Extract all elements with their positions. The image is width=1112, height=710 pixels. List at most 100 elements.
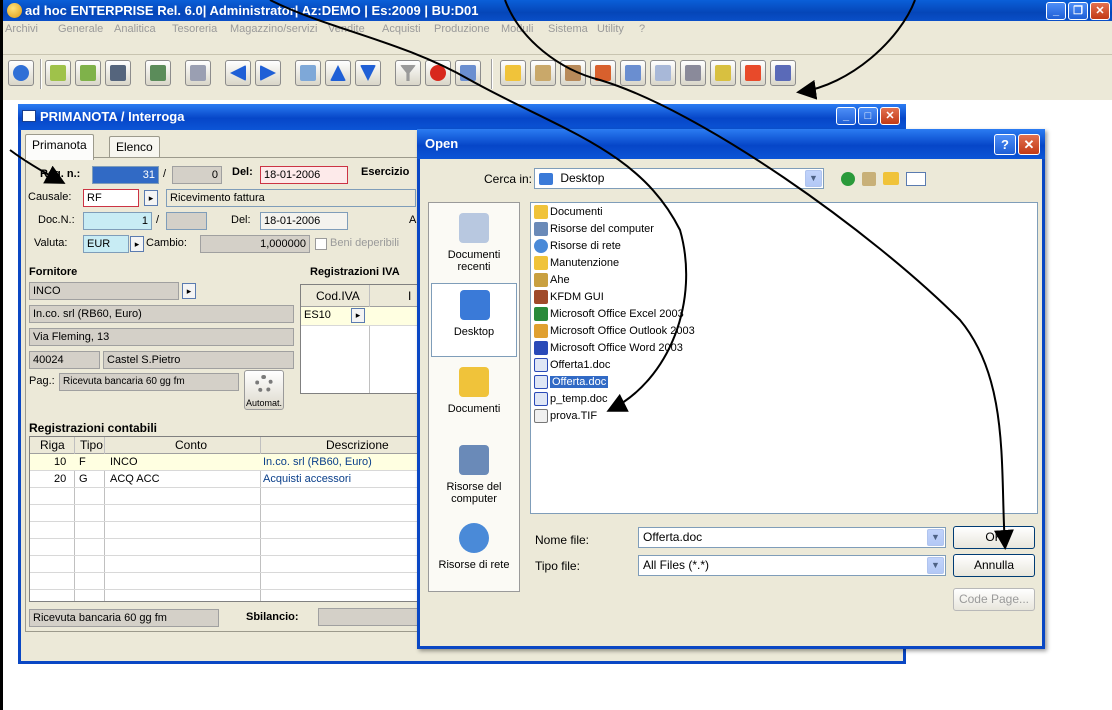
zoom-tool-button[interactable] [295,60,321,86]
docs-tool-button[interactable] [530,60,556,86]
primanota-maximize-button[interactable]: □ [858,107,878,125]
table-row[interactable]: 10 F INCO In.co. srl (RB60, Euro) [30,454,423,471]
help-tool-button[interactable] [8,60,34,86]
place-documents[interactable]: Documenti [431,361,517,435]
up-tool-button[interactable] [325,60,351,86]
fornitore-lookup-button[interactable]: ▸ [182,283,196,299]
filename-input[interactable]: Offerta.doc ▼ [638,527,946,548]
file-item[interactable]: Manutenzione [534,256,619,273]
tab-primanota[interactable]: Primanota [25,134,94,160]
file-item[interactable]: p_temp.doc [534,392,607,409]
file-item[interactable]: Microsoft Office Excel 2003 [534,307,684,324]
up-folder-icon[interactable] [862,172,876,186]
menu-vendite[interactable]: Vendite [328,23,365,35]
menu-acquisti[interactable]: Acquisti [382,23,421,35]
restore-button[interactable]: ❐ [1068,2,1088,20]
puzzle-tool-button[interactable] [740,60,766,86]
file-item[interactable]: Microsoft Office Word 2003 [534,341,683,358]
delete-tool-button[interactable] [145,60,171,86]
menu-utility[interactable]: Utility [597,23,624,35]
table-row[interactable] [30,539,423,556]
docn-date-field[interactable]: 18-01-2006 [260,212,348,230]
valuta-field[interactable]: EUR [83,235,129,253]
swap-tool-button[interactable] [455,60,481,86]
file-item[interactable]: Risorse di rete [534,239,621,256]
new-folder-icon[interactable] [883,172,899,185]
file-item[interactable]: prova.TIF [534,409,597,426]
place-computer[interactable]: Risorse del computer [431,439,517,513]
file-item[interactable]: KFDM GUI [534,290,604,307]
ok-button[interactable]: OK [953,526,1035,549]
down-tool-button[interactable] [355,60,381,86]
file-item[interactable]: Risorse del computer [534,222,654,239]
table-row[interactable] [30,522,423,539]
date-field[interactable]: 18-01-2006 [260,166,348,184]
prev-tool-button[interactable] [225,60,251,86]
notes-tool-button[interactable] [500,60,526,86]
menu-tesoreria[interactable]: Tesoreria [172,23,217,35]
tab-elenco[interactable]: Elenco [109,136,160,158]
menu-sistema[interactable]: Sistema [548,23,588,35]
filter-tool-button[interactable] [395,60,421,86]
cambio-field[interactable]: 1,000000 [200,235,310,253]
file-item-selected[interactable]: Offerta.doc [534,375,609,392]
place-recent[interactable]: Documenti recenti [431,207,517,281]
place-network[interactable]: Risorse di rete [431,517,517,591]
new-tool-button[interactable] [75,60,101,86]
primanota-close-button[interactable]: ✕ [880,107,900,125]
reg-number-field[interactable]: 31 [92,166,159,184]
menu-help[interactable]: ? [639,23,645,35]
users-tool-button[interactable] [590,60,616,86]
iva-lookup-button[interactable]: ▸ [351,308,365,323]
edit-tool-button[interactable] [45,60,71,86]
place-desktop[interactable]: Desktop [431,283,517,357]
report-tool-button[interactable] [770,60,796,86]
menu-archivi[interactable]: Archivi [5,23,38,35]
menu-analitica[interactable]: Analitica [114,23,156,35]
docn-suffix-field[interactable] [166,212,207,230]
valuta-lookup-button[interactable]: ▸ [130,236,144,252]
dialog-close-button[interactable]: ✕ [1018,134,1040,155]
home-tool-button[interactable] [620,60,646,86]
code-page-button[interactable]: Code Page... [953,588,1035,611]
reg-suffix-field[interactable]: 0 [172,166,222,184]
file-item[interactable]: Offerta1.doc [534,358,610,375]
menu-produzione[interactable]: Produzione [434,23,490,35]
print-tool-button[interactable] [185,60,211,86]
filetype-dropdown[interactable]: All Files (*.*) ▼ [638,555,946,576]
table-row[interactable] [30,573,423,590]
table-row[interactable] [30,556,423,573]
primanota-minimize-button[interactable]: _ [836,107,856,125]
view-menu-icon[interactable] [906,172,926,186]
causale-lookup-button[interactable]: ▸ [144,190,158,206]
file-item[interactable]: Microsoft Office Outlook 2003 [534,324,695,341]
docn-field[interactable]: 1 [83,212,152,230]
automat-button[interactable]: Automat. [244,370,284,410]
fornitore-code-field[interactable]: INCO [29,282,179,300]
search-tool-button[interactable] [710,60,736,86]
menu-magazzino[interactable]: Magazzino/servizi [230,23,317,35]
causale-code-field[interactable]: RF [83,189,139,207]
cube-tool-button[interactable] [650,60,676,86]
next-tool-button[interactable] [255,60,281,86]
minimize-button[interactable]: _ [1046,2,1066,20]
look-in-dropdown[interactable]: Desktop ▼ [534,168,824,189]
beni-deperibili-checkbox[interactable] [315,238,327,250]
close-button[interactable]: ✕ [1090,2,1110,20]
file-item[interactable]: Documenti [534,205,603,222]
table-row[interactable] [30,505,423,522]
menu-moduli[interactable]: Moduli [501,23,533,35]
dialog-help-button[interactable]: ? [994,134,1016,155]
table-row[interactable]: 20 G ACQ ACC Acquisti accessori [30,471,423,488]
folders-tool-button[interactable] [560,60,586,86]
annulla-button[interactable]: Annulla [953,554,1035,577]
back-tool-button[interactable] [680,60,706,86]
cancel-tool-button[interactable] [425,60,451,86]
iva-row[interactable]: ES10 ▸ [301,307,424,326]
back-icon[interactable] [841,172,855,186]
table-row[interactable] [30,488,423,505]
file-item[interactable]: Ahe [534,273,570,290]
menu-generale[interactable]: Generale [58,23,103,35]
header-descrizione: Descrizione [326,438,389,452]
save-tool-button[interactable] [105,60,131,86]
